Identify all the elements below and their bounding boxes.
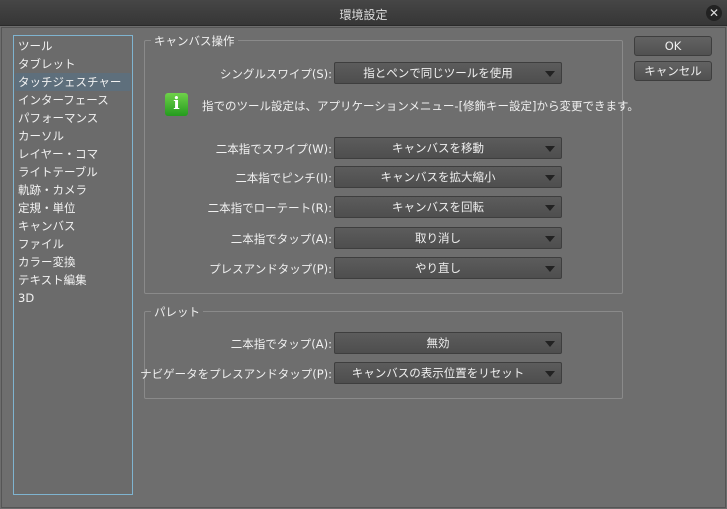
sidebar-item[interactable]: ファイル <box>15 235 131 253</box>
sidebar-item[interactable]: 軌跡・カメラ <box>15 181 131 199</box>
sidebar-item[interactable]: タッチジェスチャー <box>15 73 131 91</box>
dropdown-value: 無効 <box>426 336 450 350</box>
close-icon[interactable]: ✕ <box>706 5 722 21</box>
chevron-down-icon <box>545 236 555 242</box>
setting-row: ナビゲータをプレスアンドタップ(P): キャンバスの表示位置をリセット <box>140 362 624 384</box>
gesture-dropdown[interactable]: キャンバスを拡大縮小 <box>334 166 562 188</box>
dropdown-value: キャンバスを回転 <box>392 200 484 214</box>
palette-group: パレット 二本指でタップ(A): 無効ナビゲータをプレスアンドタップ(P): キャン… <box>140 304 624 399</box>
row-label: プレスアンドタップ(P): <box>209 262 332 276</box>
dropdown-value: キャンバスを拡大縮小 <box>380 170 496 184</box>
chevron-down-icon <box>545 205 555 211</box>
window-title: 環境設定 <box>339 8 388 22</box>
title-bar: 環境設定 ✕ <box>0 0 727 26</box>
chevron-down-icon <box>545 266 555 272</box>
row-label: 二本指でピンチ(I): <box>235 171 332 185</box>
sidebar-item[interactable]: ライトテーブル <box>15 163 131 181</box>
row-label: 二本指でタップ(A): <box>230 232 332 246</box>
dropdown-value: 取り消し <box>415 231 461 245</box>
sidebar-item[interactable]: キャンバス <box>15 217 131 235</box>
palette-gesture-dropdown[interactable]: 無効 <box>334 332 562 354</box>
sidebar-item[interactable]: インターフェース <box>15 91 131 109</box>
cancel-button[interactable]: キャンセル <box>634 61 712 81</box>
sidebar-item[interactable]: カラー変換 <box>15 253 131 271</box>
row-label: シングルスワイプ(S): <box>219 67 332 81</box>
row-label: 二本指でローテート(R): <box>207 201 332 215</box>
gesture-dropdown[interactable]: キャンバスを回転 <box>334 196 562 218</box>
row-label: ナビゲータをプレスアンドタップ(P): <box>140 367 332 381</box>
sidebar-item[interactable]: カーソル <box>15 127 131 145</box>
sidebar-item[interactable]: ツール <box>15 37 131 55</box>
group-title: パレット <box>151 304 203 320</box>
sidebar-item[interactable]: タブレット <box>15 55 131 73</box>
gesture-dropdown[interactable]: やり直し <box>334 257 562 279</box>
setting-row: 二本指でタップ(A): 取り消し <box>145 227 624 249</box>
single-swipe-row: シングルスワイプ(S): 指とペンで同じツールを使用 <box>145 62 624 84</box>
dropdown-value: キャンバスを移動 <box>392 141 484 155</box>
dropdown-value: キャンバスの表示位置をリセット <box>351 366 525 380</box>
info-icon: i <box>165 93 188 116</box>
ok-button[interactable]: OK <box>634 36 712 56</box>
gesture-dropdown[interactable]: キャンバスを移動 <box>334 137 562 159</box>
chevron-down-icon <box>545 371 555 377</box>
dropdown-value: やり直し <box>415 261 461 275</box>
row-label: 二本指でスワイプ(W): <box>215 142 332 156</box>
setting-row: 二本指でスワイプ(W): キャンバスを移動 <box>145 137 624 159</box>
setting-row: 二本指でローテート(R): キャンバスを回転 <box>145 196 624 218</box>
gesture-dropdown[interactable]: 取り消し <box>334 227 562 249</box>
dropdown-value: 指とペンで同じツールを使用 <box>363 66 513 80</box>
sidebar-item[interactable]: 定規・単位 <box>15 199 131 217</box>
info-text: 指でのツール設定は、アプリケーションメニュー-[修飾キー設定]から変更できます。 <box>202 99 639 113</box>
palette-gesture-dropdown[interactable]: キャンバスの表示位置をリセット <box>334 362 562 384</box>
row-label: 二本指でタップ(A): <box>230 337 332 351</box>
chevron-down-icon <box>545 175 555 181</box>
sidebar-item[interactable]: パフォーマンス <box>15 109 131 127</box>
setting-row: 二本指でタップ(A): 無効 <box>145 332 624 354</box>
sidebar-item[interactable]: テキスト編集 <box>15 271 131 289</box>
chevron-down-icon <box>545 71 555 77</box>
setting-row: 二本指でピンチ(I): キャンバスを拡大縮小 <box>145 166 624 188</box>
category-list[interactable]: ツール タブレット タッチジェスチャー インターフェース パフォーマンス カーソル レイヤー… <box>13 35 133 495</box>
canvas-operation-group: キャンバス操作 シングルスワイプ(S): 指とペンで同じツールを使用 二本指でス… <box>144 33 624 294</box>
setting-row: プレスアンドタップ(P): やり直し <box>145 257 624 279</box>
chevron-down-icon <box>545 146 555 152</box>
sidebar-item[interactable]: レイヤー・コマ <box>15 145 131 163</box>
single-swipe-dropdown[interactable]: 指とペンで同じツールを使用 <box>334 62 562 84</box>
group-title: キャンバス操作 <box>151 33 238 49</box>
chevron-down-icon <box>545 341 555 347</box>
sidebar-item[interactable]: 3D <box>15 289 131 307</box>
